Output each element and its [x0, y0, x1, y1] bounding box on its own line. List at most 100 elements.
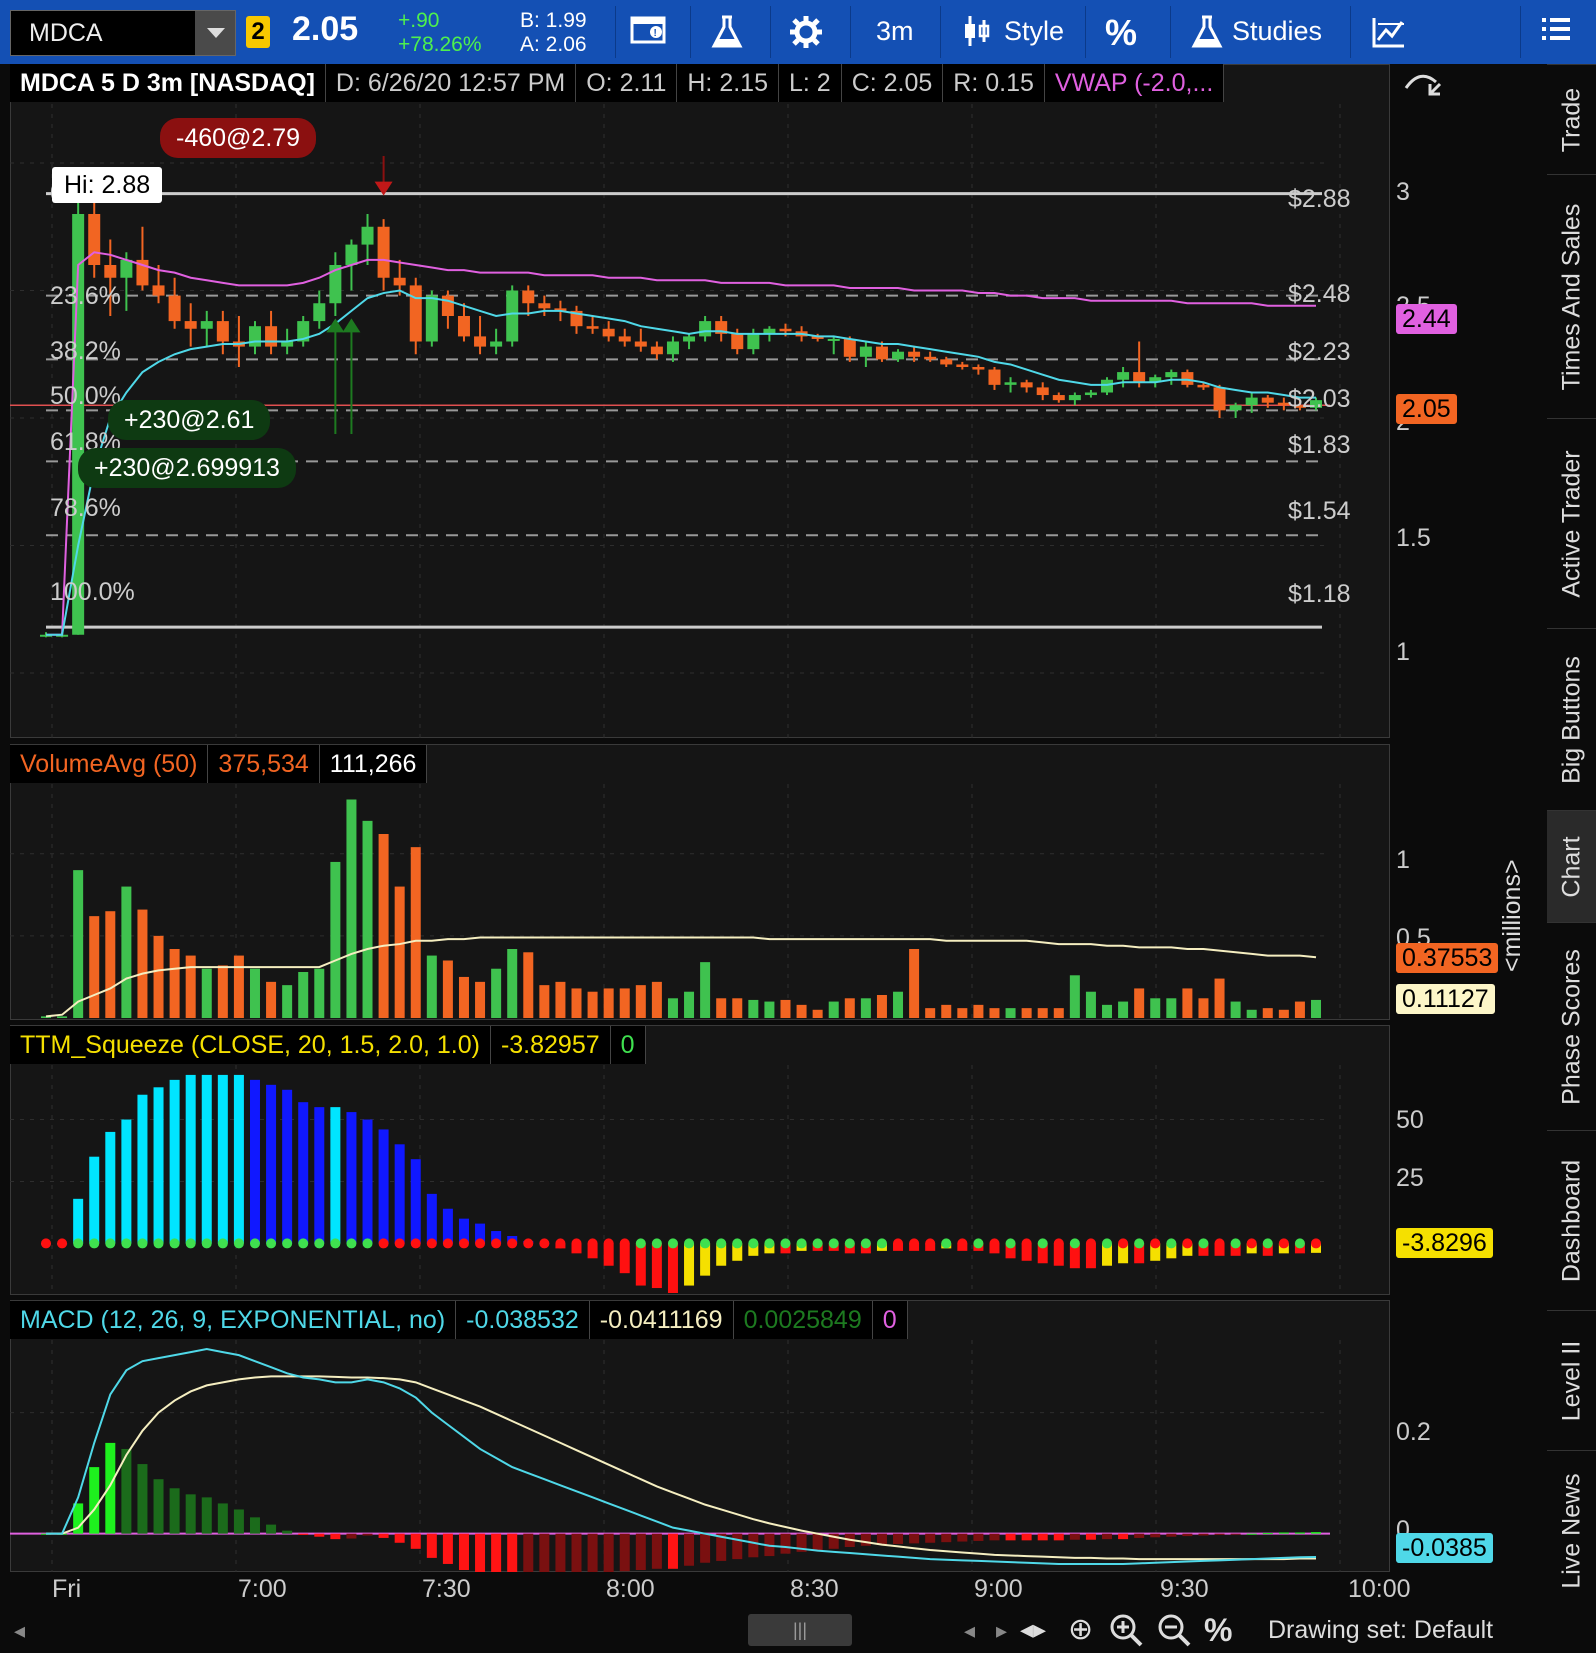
- fib-pct-label: 23.6%: [50, 282, 121, 310]
- macd-histogram-bar: [1037, 1533, 1048, 1541]
- scroll-right-arrow-icon[interactable]: ◂: [964, 1618, 975, 1644]
- macd-histogram-bar: [523, 1533, 534, 1572]
- drawing-set-selector[interactable]: Drawing set: Default: [1268, 1616, 1493, 1645]
- tab-active-trader[interactable]: Active Trader: [1547, 418, 1596, 628]
- tab-chart-label: Chart: [1557, 835, 1585, 898]
- macd-chart[interactable]: [10, 1300, 1390, 1572]
- tab-live-news[interactable]: Live News: [1547, 1450, 1596, 1610]
- volume-bar: [442, 960, 453, 1018]
- tab-chart[interactable]: Chart: [1547, 810, 1596, 922]
- symbol-selector[interactable]: MDCA: [10, 10, 236, 56]
- studies-flask-icon[interactable]: [1190, 14, 1224, 58]
- candlestick-icon[interactable]: [962, 14, 992, 56]
- squeeze-dot: [330, 1238, 341, 1249]
- tab-times-and-sales[interactable]: Times And Sales: [1547, 174, 1596, 418]
- zoom-in-icon[interactable]: [1108, 1612, 1144, 1653]
- bid-price: B: 1.99: [520, 9, 587, 32]
- volume-bar: [523, 952, 534, 1018]
- squeeze-dot: [587, 1238, 598, 1249]
- macd-histogram-bar: [442, 1533, 453, 1564]
- crosshair-icon[interactable]: ⊕: [1068, 1612, 1093, 1647]
- candle-body: [200, 321, 213, 329]
- candle-body: [377, 226, 390, 278]
- collapse-arrows-icon[interactable]: [1400, 64, 1444, 109]
- symbol-dropdown-button[interactable]: [195, 11, 235, 55]
- squeeze-dot: [941, 1238, 952, 1249]
- net-change: +.90: [398, 9, 440, 32]
- candle-body: [827, 338, 840, 341]
- squeeze-dot: [491, 1238, 502, 1249]
- studies-menu[interactable]: Studies: [1232, 16, 1322, 47]
- pan-arrows-icon[interactable]: ◂▸: [1020, 1614, 1046, 1645]
- last-price: 2.05: [292, 10, 359, 48]
- buy-trade-bubble[interactable]: +230@2.699913: [78, 448, 296, 488]
- squeeze-bar: [89, 1156, 100, 1244]
- tab-phase-scores[interactable]: Phase Scores: [1547, 922, 1596, 1130]
- style-menu[interactable]: Style: [1004, 16, 1064, 47]
- macd-histogram-bar: [1134, 1533, 1145, 1538]
- volume-bar: [1037, 1008, 1048, 1018]
- price-change: +.90 +78.26%: [398, 9, 482, 57]
- macd-histogram-bar: [1102, 1533, 1113, 1540]
- volume-bar: [796, 1004, 807, 1018]
- volume-bar: [909, 949, 920, 1018]
- volume-bar: [249, 968, 260, 1018]
- tab-big-buttons[interactable]: Big Buttons: [1547, 628, 1596, 810]
- volume-bar: [330, 861, 341, 1018]
- candle-body: [538, 303, 551, 309]
- candle-body: [602, 328, 615, 337]
- macd-histogram-bar: [1182, 1533, 1193, 1537]
- volume-chart[interactable]: [10, 744, 1390, 1020]
- volume-bar: [105, 911, 116, 1018]
- gear-icon[interactable]: [788, 14, 824, 58]
- drawing-tools-icon[interactable]: [1370, 14, 1408, 58]
- macd-histogram-bar: [282, 1530, 293, 1534]
- sell-trade-bubble[interactable]: -460@2.79: [160, 118, 317, 158]
- volume-bar: [426, 955, 437, 1018]
- squeeze-dot: [410, 1238, 421, 1249]
- squeeze-chart[interactable]: [10, 1025, 1390, 1295]
- buy-trade-bubble[interactable]: +230@2.61: [108, 400, 271, 440]
- macd-histogram-bar: [458, 1533, 469, 1570]
- candle-body: [152, 285, 165, 296]
- tab-level-ii[interactable]: Level II: [1547, 1310, 1596, 1450]
- buy-arrow-icon: [342, 318, 361, 333]
- candle-body: [988, 369, 1001, 385]
- menu-list-icon[interactable]: [1540, 14, 1572, 52]
- squeeze-badge: -3.8296: [1396, 1228, 1493, 1258]
- squeeze-dot: [651, 1238, 662, 1249]
- scrollbar-thumb[interactable]: |||: [748, 1614, 852, 1646]
- scroll-left-arrow-icon[interactable]: ◂: [14, 1618, 25, 1644]
- macd-histogram-bar: [1053, 1533, 1064, 1541]
- volume-bar: [1134, 988, 1145, 1018]
- scroll-end-arrow-icon[interactable]: ▸: [996, 1618, 1007, 1644]
- flask-icon[interactable]: [710, 14, 744, 58]
- squeeze-dot: [1053, 1238, 1064, 1249]
- notes-icon[interactable]: !: [630, 14, 668, 54]
- time-tick: 9:00: [974, 1575, 1023, 1603]
- tab-trade[interactable]: Trade: [1547, 64, 1596, 174]
- percent-button[interactable]: %: [1105, 12, 1137, 54]
- macd-histogram-bar: [185, 1494, 196, 1534]
- volume-bar: [780, 999, 791, 1018]
- macd-histogram-bar: [233, 1509, 244, 1534]
- tab-dashboard[interactable]: Dashboard: [1547, 1130, 1596, 1310]
- candle-body: [1036, 387, 1049, 396]
- percent-scale-icon[interactable]: %: [1204, 1612, 1232, 1649]
- aggregation-selector[interactable]: 3m: [876, 16, 914, 47]
- macd-histogram-bar: [812, 1533, 823, 1551]
- squeeze-bar: [185, 1074, 196, 1244]
- price-tick: 1.5: [1396, 524, 1431, 552]
- squeeze-bar: [201, 1074, 212, 1244]
- macd-histogram-bar: [667, 1533, 678, 1569]
- candle-body: [683, 336, 696, 342]
- candle-body: [586, 326, 599, 329]
- toolbar-divider: [1170, 6, 1171, 58]
- candle-body: [634, 341, 647, 347]
- link-group-badge[interactable]: 2: [246, 16, 270, 48]
- candle-body: [474, 336, 487, 347]
- time-tick: 8:30: [790, 1575, 839, 1603]
- zoom-out-icon[interactable]: [1156, 1612, 1192, 1653]
- candle-body: [265, 326, 278, 347]
- volume-bar: [73, 870, 84, 1018]
